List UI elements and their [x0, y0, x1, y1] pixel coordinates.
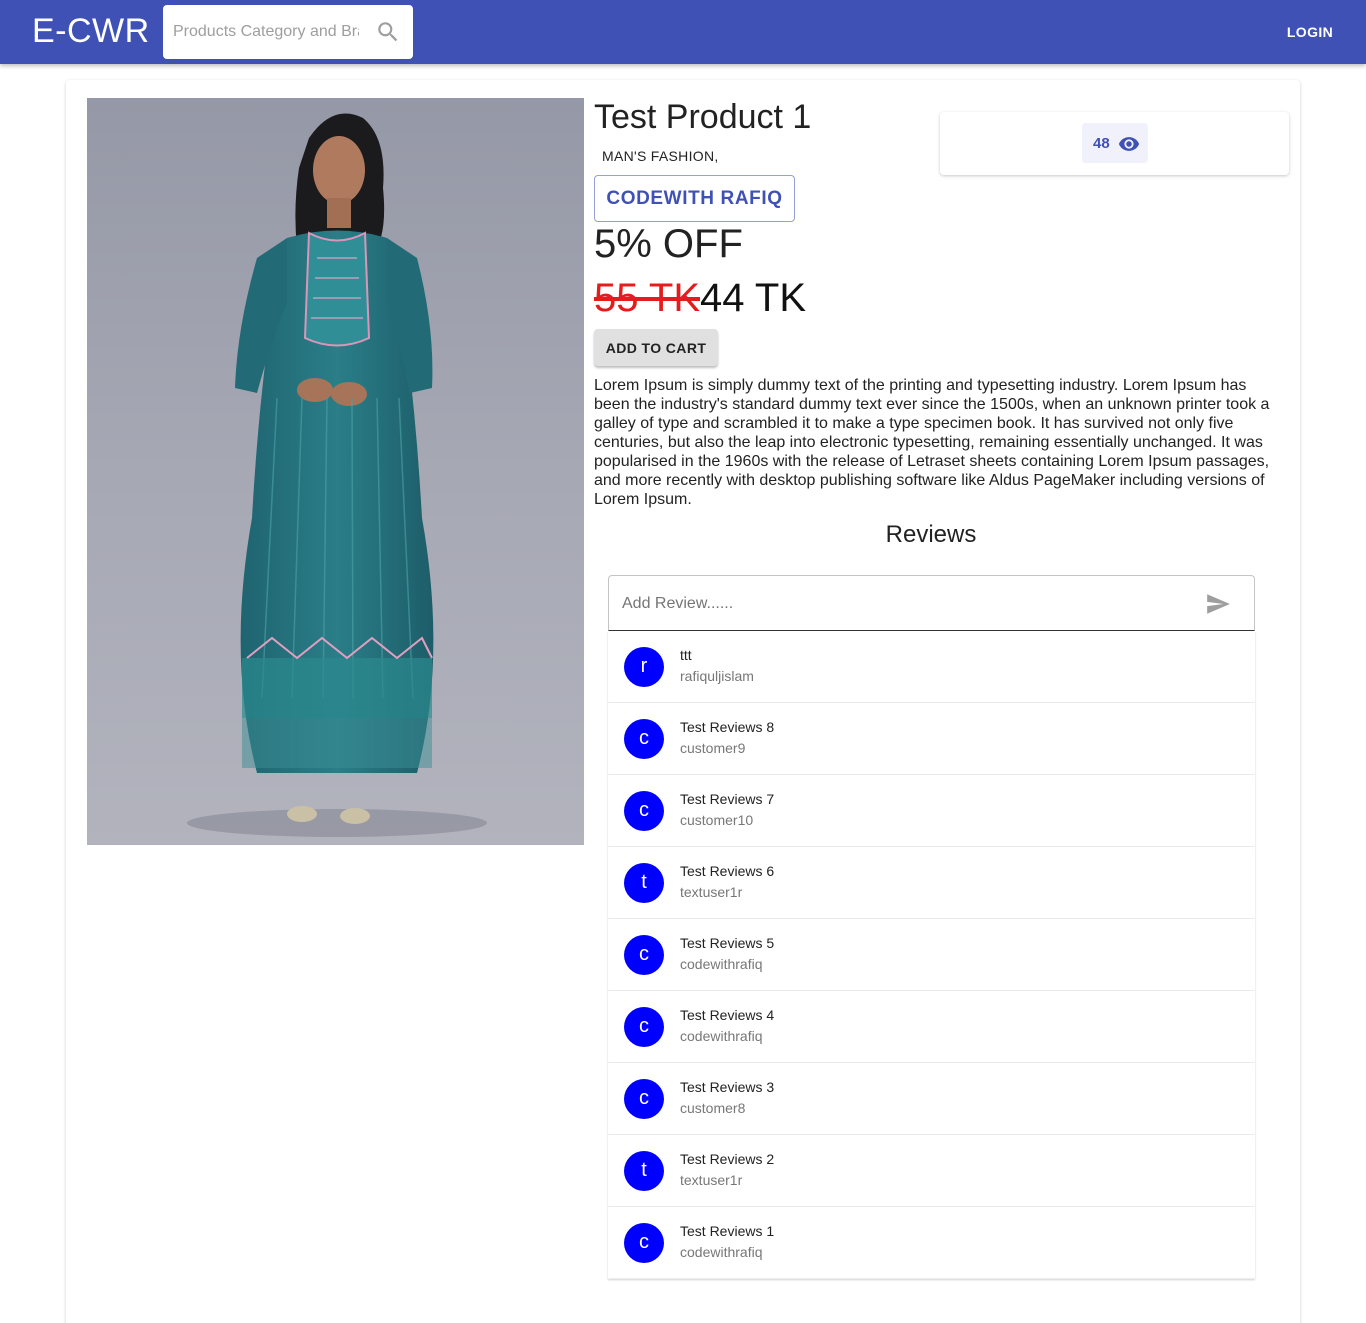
review-user: customer8 — [680, 1100, 746, 1116]
brand-logo[interactable]: E-CWR — [32, 12, 150, 51]
views-counter[interactable]: 48 — [1082, 123, 1148, 163]
review-item: c Test Reviews 5 codewithrafiq — [608, 919, 1255, 991]
review-text: Test Reviews 6 — [680, 863, 775, 879]
review-list: r ttt rafiquljislam c Test Reviews 8 cus… — [608, 631, 1255, 1279]
product-description: Lorem Ipsum is simply dummy text of the … — [594, 377, 1270, 508]
login-button[interactable]: LOGIN — [1272, 18, 1348, 46]
review-user: textuser1r — [680, 1172, 743, 1188]
review-text: ttt — [680, 647, 692, 663]
review-user: codewithrafiq — [680, 1244, 763, 1260]
discount-label: 5% OFF — [594, 222, 743, 266]
review-item: t Test Reviews 6 textuser1r — [608, 847, 1255, 919]
app-bar: E-CWR LOGIN — [0, 0, 1366, 64]
avatar: c — [624, 719, 664, 759]
old-price: 55 TK — [594, 276, 700, 320]
review-user: codewithrafiq — [680, 1028, 763, 1044]
avatar: c — [624, 1007, 664, 1047]
eye-icon — [1118, 133, 1140, 155]
review-input-box — [608, 575, 1255, 631]
search-input[interactable] — [173, 21, 359, 43]
avatar: r — [624, 647, 664, 687]
review-item: r ttt rafiquljislam — [608, 631, 1255, 703]
new-price: 44 TK — [700, 276, 806, 320]
price: 55 TK44 TK — [594, 276, 806, 321]
avatar: c — [624, 791, 664, 831]
review-item: c Test Reviews 1 codewithrafiq — [608, 1207, 1255, 1279]
search-box — [163, 5, 413, 59]
review-text: Test Reviews 7 — [680, 791, 775, 807]
review-item: c Test Reviews 7 customer10 — [608, 775, 1255, 847]
review-user: codewithrafiq — [680, 956, 763, 972]
views-card: 48 — [940, 112, 1289, 175]
avatar: c — [624, 1223, 664, 1263]
review-user: textuser1r — [680, 884, 743, 900]
avatar: c — [624, 935, 664, 975]
review-item: c Test Reviews 8 customer9 — [608, 703, 1255, 775]
product-image — [87, 98, 584, 845]
avatar: t — [624, 1151, 664, 1191]
seller-button[interactable]: CODEWITH RAFIQ — [594, 175, 795, 222]
send-icon[interactable] — [1205, 591, 1231, 617]
review-item: c Test Reviews 3 customer8 — [608, 1063, 1255, 1135]
reviews-heading: Reviews — [885, 521, 977, 548]
review-text: Test Reviews 8 — [680, 719, 775, 735]
avatar: t — [624, 863, 664, 903]
review-text: Test Reviews 3 — [680, 1079, 775, 1095]
review-text: Test Reviews 2 — [680, 1151, 775, 1167]
views-count: 48 — [1093, 135, 1110, 152]
review-user: customer9 — [680, 740, 746, 756]
avatar: c — [624, 1079, 664, 1119]
search-icon[interactable] — [375, 19, 401, 45]
review-user: rafiquljislam — [680, 668, 754, 684]
product-title: Test Product 1 — [594, 98, 812, 136]
review-input[interactable] — [622, 593, 1182, 615]
review-text: Test Reviews 1 — [680, 1223, 775, 1239]
review-item: c Test Reviews 4 codewithrafiq — [608, 991, 1255, 1063]
add-to-cart-button[interactable]: ADD TO CART — [594, 329, 718, 366]
review-item: t Test Reviews 2 textuser1r — [608, 1135, 1255, 1207]
product-category: MAN'S FASHION, — [602, 148, 719, 164]
review-text: Test Reviews 4 — [680, 1007, 775, 1023]
review-user: customer10 — [680, 812, 754, 828]
review-text: Test Reviews 5 — [680, 935, 775, 951]
